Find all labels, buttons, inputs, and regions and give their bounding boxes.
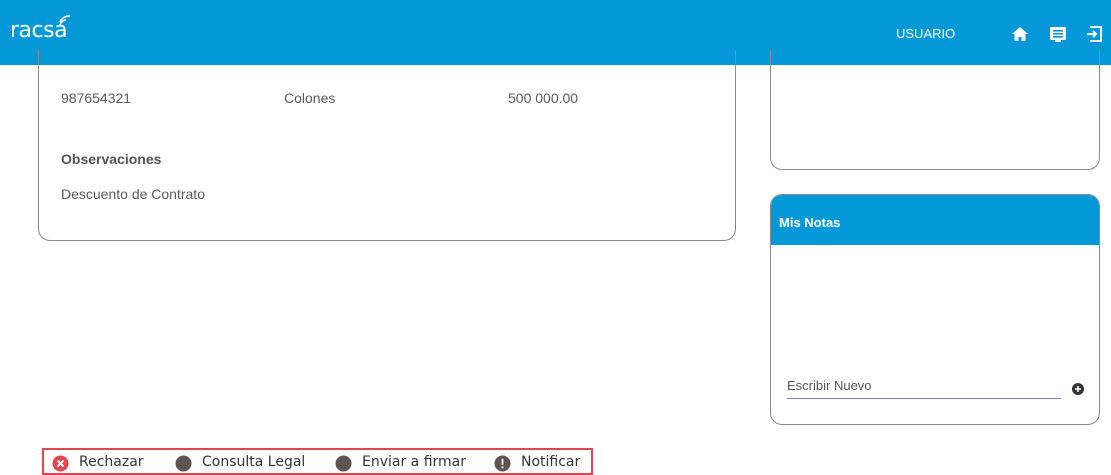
notes-header: Mis Notas bbox=[771, 195, 1099, 245]
new-note-input[interactable] bbox=[787, 377, 1061, 399]
contract-detail-card bbox=[38, 50, 736, 241]
notes-panel: Mis Notas bbox=[770, 194, 1100, 425]
observations-text: Descuento de Contrato bbox=[61, 186, 205, 202]
reject-icon bbox=[52, 455, 69, 472]
logout-icon[interactable] bbox=[1084, 23, 1106, 45]
account-number: 987654321 bbox=[61, 90, 132, 106]
add-note-icon[interactable] bbox=[1072, 383, 1084, 395]
amount-value: 500 000.00 bbox=[508, 90, 579, 106]
side-info-card bbox=[770, 50, 1100, 170]
status-dot-icon bbox=[335, 455, 352, 472]
status-dot-icon bbox=[175, 455, 192, 472]
logo-signal-icon bbox=[59, 15, 71, 27]
home-icon[interactable] bbox=[1009, 23, 1031, 45]
reject-label: Rechazar bbox=[79, 454, 144, 470]
legal-consult-label: Consulta Legal bbox=[202, 454, 306, 470]
notes-title: Mis Notas bbox=[779, 215, 841, 230]
list-icon[interactable] bbox=[1047, 23, 1069, 45]
observations-title: Observaciones bbox=[61, 151, 162, 167]
send-to-sign-label: Enviar a firmar bbox=[362, 454, 467, 470]
notify-label: Notificar bbox=[521, 454, 581, 470]
currency-value: Colones bbox=[284, 90, 336, 106]
action-bar: Rechazar Consulta Legal Enviar a firmar … bbox=[42, 448, 593, 475]
user-menu-label[interactable]: USUARIO bbox=[896, 26, 955, 41]
alert-icon bbox=[494, 455, 511, 472]
